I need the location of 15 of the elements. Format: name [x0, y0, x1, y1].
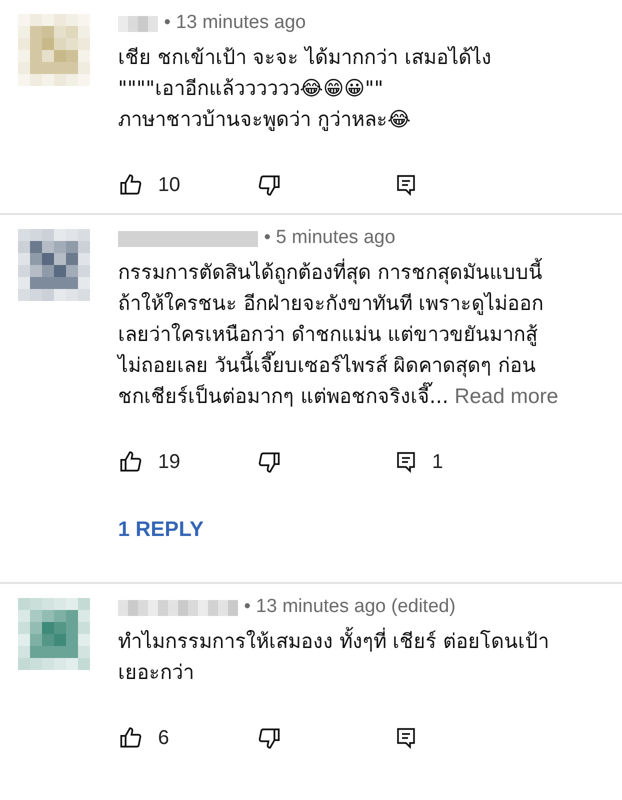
comment-icon	[394, 725, 418, 751]
comment-text: เชีย ชกเข้าเป้า จะจะ ได้มากกว่า เสมอได้ไง """"เอาอีกแล้วววววว😂😁😀"" ภาษาชาวบ้านจะพูดว่า กูว่าหละ😂	[118, 44, 492, 133]
comment-time: • 5 minutes ago	[264, 227, 396, 249]
reply-button[interactable]: 1	[394, 449, 494, 475]
comment-text: กรรมการตัดสินได้ถูกต้องที่สุด การชกสุดมันแบบนี้ ถ้าให้ใครชนะ อีกฝ่ายจะกังขาทันที เพราะดูไม่ออก เลยว่าใครเหนือกว่า ดำชกแม่น แต่ขาวขยันมากสู้ ไม่ถอยเลย วันนี้เจี๊ยบเซอร์ไพรส์ ผิดคาดสุดๆ ก่อน ชกเชียร์เป็นต่อมากๆ แต่พอชกจริงเจี๊... Read more	[118, 257, 602, 412]
comment-icon	[394, 449, 418, 475]
like-button[interactable]: 10	[118, 172, 256, 198]
comment-time: • 13 minutes ago	[164, 12, 306, 34]
like-button[interactable]: 19	[118, 449, 256, 475]
view-replies-link[interactable]: 1 REPLY	[118, 518, 204, 542]
comment-icon	[394, 172, 418, 198]
like-button[interactable]: 6	[118, 725, 256, 751]
read-more-link[interactable]: Read more	[454, 385, 558, 408]
comment-time: • 13 minutes ago (edited)	[244, 596, 456, 618]
comment-text: ทำไมกรรมการให้เสมองง ทั้งๆที่ เชียร์ ต่อยโดนเป้า เยอะกว่า	[118, 626, 602, 688]
